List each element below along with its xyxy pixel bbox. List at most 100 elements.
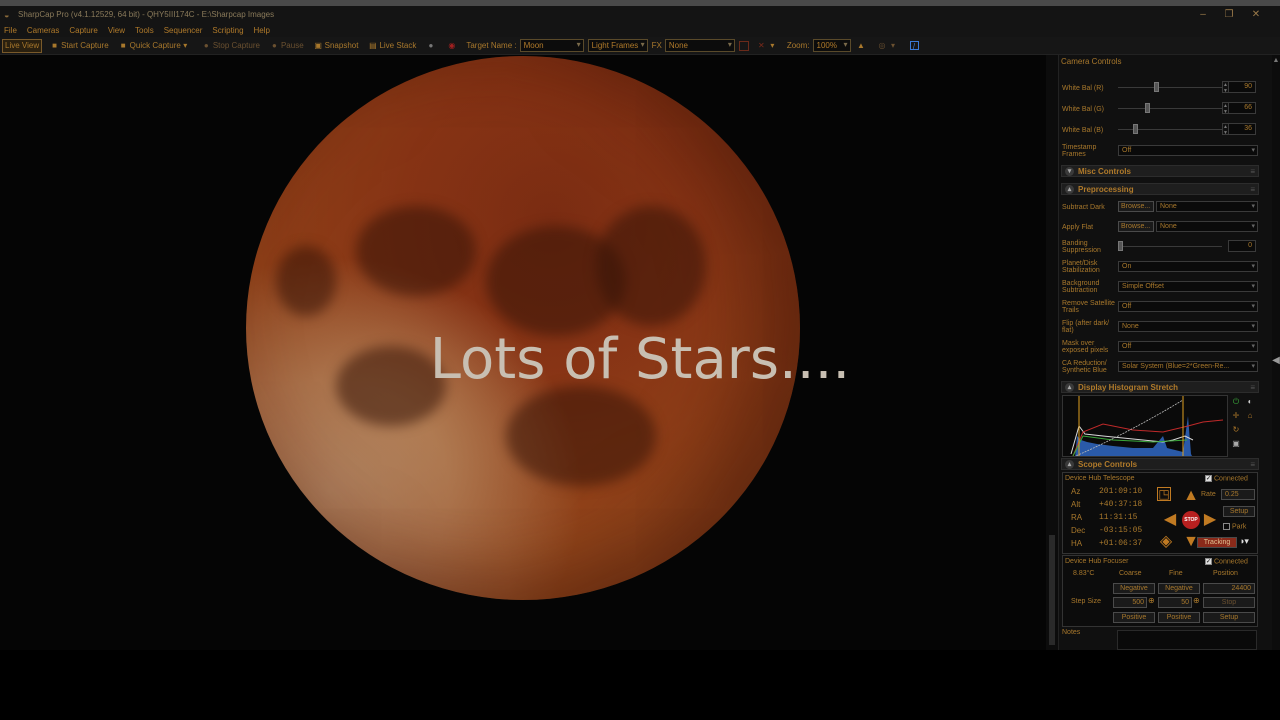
white-bal-r-value[interactable]: 90 bbox=[1228, 81, 1256, 93]
white-bal-b-slider[interactable] bbox=[1132, 124, 1138, 134]
expand-icon[interactable]: ▾ bbox=[1065, 166, 1074, 176]
save-icon[interactable]: ▣ bbox=[1231, 439, 1241, 449]
menu-sequencer[interactable]: Sequencer bbox=[164, 26, 203, 35]
focuser-connected-checkbox[interactable]: ✓ Connected bbox=[1205, 558, 1248, 565]
subtract-dark-browse-button[interactable]: Browse... bbox=[1118, 201, 1154, 212]
crosshair-button[interactable]: ✕ ▾ bbox=[755, 39, 781, 53]
histogram-display[interactable] bbox=[1062, 395, 1228, 457]
center-target-icon[interactable]: ◈ bbox=[1157, 533, 1175, 551]
reticle-button[interactable]: ◎ ▾ bbox=[876, 39, 902, 53]
focuser-setup-button[interactable]: Setup bbox=[1203, 612, 1255, 623]
contrast-icon[interactable]: ◐ bbox=[1245, 397, 1255, 407]
goto-icon[interactable]: ◳ bbox=[1157, 487, 1171, 501]
menu-view[interactable]: View bbox=[108, 26, 125, 35]
positive-fine-button[interactable]: Positive bbox=[1158, 612, 1200, 623]
preprocessing-header[interactable]: ▴ Preprocessing ≡ bbox=[1061, 183, 1259, 195]
negative-coarse-button[interactable]: Negative bbox=[1113, 583, 1155, 594]
move-east-button[interactable]: ▶ bbox=[1201, 511, 1219, 529]
tracking-moon-icon[interactable]: ◑▾ bbox=[1239, 536, 1249, 547]
zoom-select[interactable]: 100% bbox=[812, 39, 851, 52]
white-bal-b-value[interactable]: 36 bbox=[1228, 123, 1256, 135]
hamburger-icon[interactable]: ≡ bbox=[1250, 383, 1255, 392]
color-swatch-button[interactable] bbox=[738, 40, 749, 51]
tracking-toggle[interactable]: Tracking bbox=[1197, 537, 1237, 548]
power-icon[interactable]: ⏻ bbox=[1231, 397, 1241, 407]
menu-capture[interactable]: Capture bbox=[69, 26, 97, 35]
apply-flat-select[interactable]: None bbox=[1156, 221, 1258, 232]
live-view-area[interactable]: Lots of Stars.... bbox=[0, 55, 1046, 650]
white-bal-r-track[interactable] bbox=[1118, 87, 1222, 88]
park-checkbox[interactable]: Park bbox=[1223, 523, 1246, 530]
apply-flat-browse-button[interactable]: Browse... bbox=[1118, 221, 1154, 232]
camera-controls-header[interactable]: Camera Controls bbox=[1061, 57, 1121, 66]
menu-scripting[interactable]: Scripting bbox=[212, 26, 243, 35]
panel-scrollbar[interactable]: ▲ ◀ bbox=[1272, 55, 1280, 650]
telescope-connected-checkbox[interactable]: ✓ Connected bbox=[1205, 475, 1248, 482]
flip-select[interactable]: None bbox=[1118, 321, 1258, 332]
white-bal-g-slider[interactable] bbox=[1145, 103, 1151, 113]
move-north-button[interactable]: ▲ bbox=[1182, 487, 1200, 505]
timestamp-select[interactable]: Off bbox=[1118, 145, 1258, 156]
pause-button[interactable]: ● Pause bbox=[268, 39, 306, 53]
frame-type-select[interactable]: Light Frames bbox=[587, 39, 648, 52]
focuser-stop-button[interactable]: Stop bbox=[1203, 597, 1255, 608]
notes-textarea[interactable] bbox=[1117, 630, 1257, 650]
rate-select[interactable]: 0.25 bbox=[1221, 489, 1255, 500]
lock-icon[interactable]: ⌂ bbox=[1245, 411, 1255, 421]
ca-reduction-select[interactable]: Solar System (Blue=2*Green-Re... bbox=[1118, 361, 1258, 372]
scroll-up-icon[interactable]: ▲ bbox=[1272, 57, 1280, 64]
live-view-button[interactable]: Live View bbox=[2, 38, 43, 53]
white-bal-g-value[interactable]: 66 bbox=[1228, 102, 1256, 114]
banding-value[interactable]: 0 bbox=[1228, 240, 1256, 252]
step-coarse-input[interactable]: 500 bbox=[1113, 597, 1147, 608]
hamburger-icon[interactable]: ≡ bbox=[1250, 185, 1255, 194]
banding-track[interactable] bbox=[1118, 246, 1222, 247]
positive-coarse-button[interactable]: Positive bbox=[1113, 612, 1155, 623]
telescope-setup-button[interactable]: Setup bbox=[1223, 506, 1255, 517]
misc-controls-header[interactable]: ▾ Misc Controls ≡ bbox=[1061, 165, 1259, 177]
stop-slew-button[interactable]: STOP bbox=[1182, 511, 1200, 529]
stop-capture-button[interactable]: ● Stop Capture bbox=[200, 39, 262, 53]
scope-controls-header[interactable]: ▴ Scope Controls ≡ bbox=[1061, 458, 1259, 470]
collapse-icon[interactable]: ▴ bbox=[1065, 382, 1074, 392]
minimize-button[interactable]: – bbox=[1190, 6, 1216, 23]
white-bal-g-track[interactable] bbox=[1118, 108, 1222, 109]
fx-select[interactable]: None bbox=[664, 39, 735, 52]
step-coarse-spinner[interactable]: ⊕ bbox=[1148, 596, 1155, 605]
target-icon-button[interactable]: ◉ bbox=[445, 39, 460, 53]
start-capture-button[interactable]: ■ Start Capture bbox=[48, 39, 111, 53]
target-name-input[interactable]: Moon bbox=[519, 39, 584, 52]
bg-subtraction-select[interactable]: Simple Offset bbox=[1118, 281, 1258, 292]
menu-file[interactable]: File bbox=[4, 26, 17, 35]
menu-help[interactable]: Help bbox=[254, 26, 270, 35]
brush-button[interactable]: / bbox=[908, 39, 923, 53]
collapse-icon[interactable]: ▴ bbox=[1065, 459, 1074, 469]
histogram-toggle-button[interactable]: ▲ bbox=[855, 39, 870, 53]
maximize-button[interactable]: ❐ bbox=[1216, 6, 1242, 23]
cross-icon[interactable]: ✛ bbox=[1231, 411, 1241, 421]
mask-select[interactable]: Off bbox=[1118, 341, 1258, 352]
view-scrollbar[interactable] bbox=[1046, 55, 1058, 650]
record-button[interactable]: ● bbox=[424, 39, 439, 53]
histogram-header[interactable]: ▴ Display Histogram Stretch ≡ bbox=[1061, 381, 1259, 393]
hamburger-icon[interactable]: ≡ bbox=[1250, 167, 1255, 176]
white-bal-r-slider[interactable] bbox=[1154, 82, 1160, 92]
view-scrollbar-thumb[interactable] bbox=[1049, 535, 1055, 645]
snapshot-button[interactable]: ▣ Snapshot bbox=[312, 39, 361, 53]
menu-cameras[interactable]: Cameras bbox=[27, 26, 59, 35]
subtract-dark-select[interactable]: None bbox=[1156, 201, 1258, 212]
collapse-icon[interactable]: ▴ bbox=[1065, 184, 1074, 194]
live-stack-button[interactable]: ▤ Live Stack bbox=[366, 39, 418, 53]
close-button[interactable]: ✕ bbox=[1243, 6, 1269, 23]
move-west-button[interactable]: ◀ bbox=[1161, 511, 1179, 529]
negative-fine-button[interactable]: Negative bbox=[1158, 583, 1200, 594]
hamburger-icon[interactable]: ≡ bbox=[1250, 460, 1255, 469]
satellite-trails-select[interactable]: Off bbox=[1118, 301, 1258, 312]
menu-tools[interactable]: Tools bbox=[135, 26, 154, 35]
quick-capture-button[interactable]: ■ Quick Capture ▾ bbox=[117, 39, 194, 53]
step-fine-spinner[interactable]: ⊕ bbox=[1193, 596, 1200, 605]
step-fine-input[interactable]: 50 bbox=[1158, 597, 1192, 608]
collapse-panel-icon[interactable]: ◀ bbox=[1272, 355, 1280, 366]
refresh-icon[interactable]: ↻ bbox=[1231, 425, 1241, 435]
stabilization-select[interactable]: On bbox=[1118, 261, 1258, 272]
